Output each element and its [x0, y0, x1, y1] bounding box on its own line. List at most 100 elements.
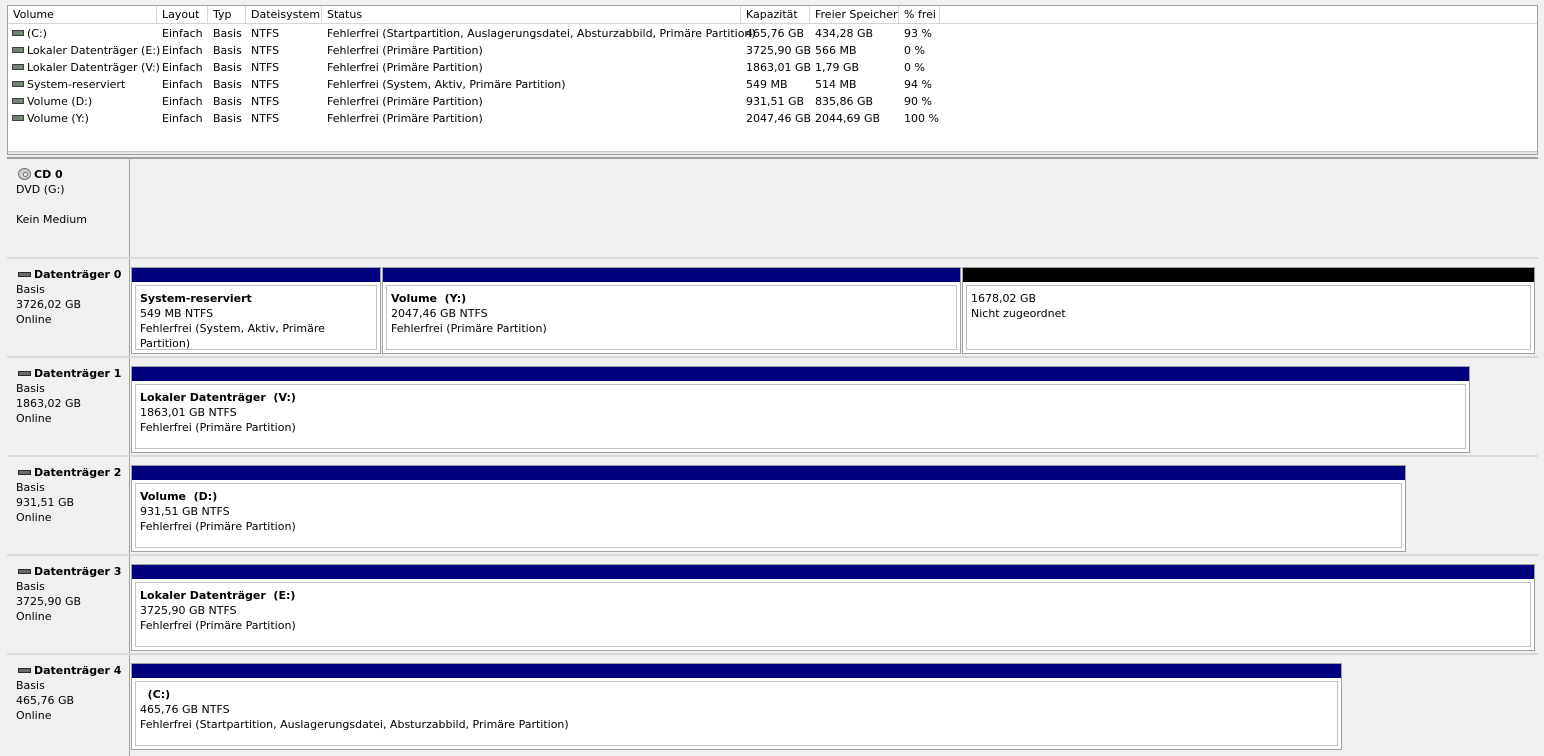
- cell-type: Basis: [213, 95, 242, 108]
- cell-layout: Einfach: [162, 27, 203, 40]
- partition-name: (C:): [140, 688, 171, 701]
- disk-status: Online: [16, 511, 52, 524]
- cd-drive-icon: [18, 168, 31, 180]
- volume-list[interactable]: Volume Layout Typ Dateisystem Status Kap…: [7, 5, 1538, 155]
- disk-label-cd0[interactable]: CD 0 DVD (G:) Kein Medium: [7, 159, 130, 257]
- hard-disk-icon: [18, 569, 31, 574]
- cell-volume: System-reserviert: [27, 78, 126, 91]
- partition-unallocated[interactable]: 1678,02 GB Nicht zugeordnet: [962, 267, 1535, 354]
- disk-row-disk4: Datenträger 4 Basis 465,76 GB Online (C:…: [7, 655, 1538, 756]
- disk-type: Basis: [16, 679, 45, 692]
- column-header-percent-free[interactable]: % frei: [899, 6, 940, 24]
- disk-size: 931,51 GB: [16, 496, 75, 509]
- disk-label-disk0[interactable]: Datenträger 0 Basis 3726,02 GB Online: [7, 259, 130, 356]
- partition-color-bar: [383, 268, 960, 282]
- partition-name: Lokaler Datenträger (V:): [140, 391, 296, 404]
- cell-layout: Einfach: [162, 44, 203, 57]
- cell-status: Fehlerfrei (Primäre Partition): [327, 44, 483, 57]
- partition-status: Fehlerfrei (Primäre Partition): [140, 619, 296, 632]
- cell-volume: Volume (Y:): [27, 112, 89, 125]
- cell-volume: (C:): [27, 27, 47, 40]
- cell-layout: Einfach: [162, 95, 203, 108]
- disk-title: Datenträger 4: [16, 663, 129, 678]
- cell-free-space: 835,86 GB: [815, 95, 874, 108]
- column-header-capacity[interactable]: Kapazität: [741, 6, 810, 24]
- partition-size: 465,76 GB NTFS: [140, 703, 230, 716]
- partition-size: 3725,90 GB NTFS: [140, 604, 237, 617]
- disk-label-disk4[interactable]: Datenträger 4 Basis 465,76 GB Online: [7, 655, 130, 756]
- partition-volume-d[interactable]: Volume (D:) 931,51 GB NTFS Fehlerfrei (P…: [131, 465, 1406, 552]
- partition-body: (C:) 465,76 GB NTFS Fehlerfrei (Startpar…: [135, 681, 1338, 746]
- disk-spacer: [16, 197, 129, 212]
- cell-percent-free: 93 %: [904, 27, 932, 40]
- partition-c[interactable]: (C:) 465,76 GB NTFS Fehlerfrei (Startpar…: [131, 663, 1342, 750]
- disk-row-disk2: Datenträger 2 Basis 931,51 GB Online Vol…: [7, 457, 1538, 556]
- horizontal-scrollbar[interactable]: [8, 151, 1537, 154]
- cell-free-space: 434,28 GB: [815, 27, 874, 40]
- cell-percent-free: 0 %: [904, 61, 925, 74]
- partition-status: Fehlerfrei (Primäre Partition): [140, 520, 296, 533]
- cell-type: Basis: [213, 27, 242, 40]
- table-row[interactable]: (C:) Einfach Basis NTFS Fehlerfrei (Star…: [8, 25, 1537, 42]
- cell-percent-free: 0 %: [904, 44, 925, 57]
- table-row[interactable]: Lokaler Datenträger (V:) Einfach Basis N…: [8, 59, 1537, 76]
- cell-status: Fehlerfrei (Primäre Partition): [327, 112, 483, 125]
- partition-name: Volume (D:): [140, 490, 218, 503]
- disk-size: 465,76 GB: [16, 694, 75, 707]
- table-row[interactable]: Lokaler Datenträger (E:) Einfach Basis N…: [8, 42, 1537, 59]
- disk-title-text: Datenträger 1: [34, 367, 122, 380]
- column-header-status[interactable]: Status: [322, 6, 741, 24]
- disk-media-status: Kein Medium: [16, 213, 87, 226]
- table-row[interactable]: System-reserviert Einfach Basis NTFS Feh…: [8, 76, 1537, 93]
- disk-drive-letter: DVD (G:): [16, 183, 65, 196]
- disk-title: CD 0: [16, 167, 129, 182]
- cell-filesystem: NTFS: [251, 61, 280, 74]
- disk-type: Basis: [16, 481, 45, 494]
- cell-free-space: 1,79 GB: [815, 61, 860, 74]
- partition-volume-y[interactable]: Volume (Y:) 2047,46 GB NTFS Fehlerfrei (…: [382, 267, 961, 354]
- disk-title: Datenträger 0: [16, 267, 129, 282]
- disk-graphical-view: CD 0 DVD (G:) Kein Medium Datenträger 0 …: [7, 157, 1538, 756]
- disk-type: Basis: [16, 283, 45, 296]
- cell-filesystem: NTFS: [251, 95, 280, 108]
- cell-capacity: 549 MB: [746, 78, 788, 91]
- cell-filesystem: NTFS: [251, 78, 280, 91]
- column-header-filesystem[interactable]: Dateisystem: [246, 6, 322, 24]
- partition-body: Lokaler Datenträger (E:) 3725,90 GB NTFS…: [135, 582, 1531, 647]
- cell-layout: Einfach: [162, 112, 203, 125]
- column-header-free-space[interactable]: Freier Speicher: [810, 6, 899, 24]
- table-row[interactable]: Volume (Y:) Einfach Basis NTFS Fehlerfre…: [8, 110, 1537, 127]
- cell-volume: Lokaler Datenträger (V:): [27, 61, 160, 74]
- partition-local-disk-v[interactable]: Lokaler Datenträger (V:) 1863,01 GB NTFS…: [131, 366, 1470, 453]
- cell-capacity: 2047,46 GB: [746, 112, 812, 125]
- partition-size: 1863,01 GB NTFS: [140, 406, 237, 419]
- disk-row-disk0: Datenträger 0 Basis 3726,02 GB Online Sy…: [7, 259, 1538, 358]
- column-header-volume[interactable]: Volume: [8, 6, 157, 24]
- disk-label-disk3[interactable]: Datenträger 3 Basis 3725,90 GB Online: [7, 556, 130, 653]
- disk-label-disk1[interactable]: Datenträger 1 Basis 1863,02 GB Online: [7, 358, 130, 455]
- disk-label-disk2[interactable]: Datenträger 2 Basis 931,51 GB Online: [7, 457, 130, 554]
- cell-filesystem: NTFS: [251, 27, 280, 40]
- cell-status: Fehlerfrei (System, Aktiv, Primäre Parti…: [327, 78, 566, 91]
- partition-name: Volume (Y:): [391, 292, 467, 305]
- table-row[interactable]: Volume (D:) Einfach Basis NTFS Fehlerfre…: [8, 93, 1537, 110]
- partition-status: Fehlerfrei (Primäre Partition): [140, 421, 296, 434]
- disk-title: Datenträger 2: [16, 465, 129, 480]
- partition-color-bar: [132, 664, 1341, 678]
- column-header-type[interactable]: Typ: [208, 6, 246, 24]
- partition-color-bar: [132, 565, 1534, 579]
- partition-system-reserved[interactable]: System-reserviert 549 MB NTFS Fehlerfrei…: [131, 267, 381, 354]
- partition-status: Fehlerfrei (Startpartition, Auslagerungs…: [140, 718, 569, 731]
- partition-size: 2047,46 GB NTFS: [391, 307, 488, 320]
- partition-body: Volume (D:) 931,51 GB NTFS Fehlerfrei (P…: [135, 483, 1402, 548]
- column-header-layout[interactable]: Layout: [157, 6, 208, 24]
- partition-size: 1678,02 GB: [971, 292, 1037, 305]
- partition-local-disk-e[interactable]: Lokaler Datenträger (E:) 3725,90 GB NTFS…: [131, 564, 1535, 651]
- disk-status: Online: [16, 313, 52, 326]
- partition-body: System-reserviert 549 MB NTFS Fehlerfrei…: [135, 285, 377, 350]
- disk-title-text: Datenträger 3: [34, 565, 122, 578]
- unallocated-color-bar: [963, 268, 1534, 282]
- partition-name: Lokaler Datenträger (E:): [140, 589, 296, 602]
- partition-body: Volume (Y:) 2047,46 GB NTFS Fehlerfrei (…: [386, 285, 957, 350]
- volume-list-header: Volume Layout Typ Dateisystem Status Kap…: [8, 6, 1537, 24]
